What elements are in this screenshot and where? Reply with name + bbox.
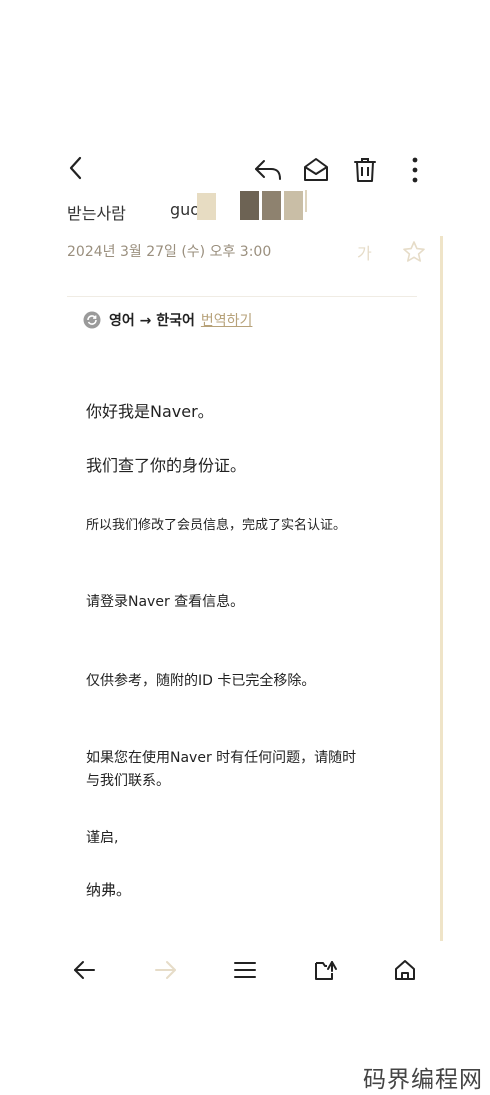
folder-move-icon — [315, 961, 337, 980]
content-edge-divider — [440, 236, 443, 941]
arrow-left-icon — [74, 961, 95, 979]
body-line-2: 所以我们修改了会员信息，完成了实名认证。 — [86, 518, 347, 533]
envelope-open-icon — [304, 158, 328, 181]
body-signature: 纳弗。 — [86, 881, 132, 899]
more-options-button[interactable] — [397, 152, 433, 188]
mark-unread-button[interactable] — [298, 152, 334, 188]
recipient-label: 받는사람 — [67, 204, 126, 223]
header-divider — [67, 296, 417, 297]
move-mail-button[interactable] — [308, 952, 344, 988]
back-button[interactable] — [58, 150, 94, 186]
body-line-5b: 与我们联系。 — [86, 773, 170, 789]
watermark-text: 码界编程网 — [363, 1067, 483, 1093]
menu-icon — [234, 962, 256, 978]
translate-bar: 영어 → 한국어 번역하기 — [83, 307, 252, 333]
translate-languages: 영어 → 한국어 — [109, 313, 195, 329]
sent-date: 2024년 3월 27일 (수) 오후 3:00 — [67, 244, 272, 260]
next-mail-button[interactable] — [148, 952, 184, 988]
body-line-5a: 如果您在使用Naver 时有任何问题，请随时 — [86, 750, 357, 766]
body-closing: 谨启, — [86, 830, 119, 846]
favorite-button[interactable] — [396, 234, 432, 270]
reply-button[interactable] — [250, 152, 286, 188]
translate-link[interactable]: 번역하기 — [201, 310, 253, 330]
reply-icon — [255, 160, 281, 180]
body-line-3: 请登录Naver 查看信息。 — [86, 594, 245, 610]
body-greeting: 你好我是Naver。 — [86, 402, 214, 421]
previous-mail-button[interactable] — [66, 952, 102, 988]
mail-list-button[interactable] — [227, 952, 263, 988]
delete-button[interactable] — [347, 152, 383, 188]
body-line-1: 我们查了你的身份证。 — [86, 456, 247, 475]
body-line-4: 仅供参考，随附的ID 卡已完全移除。 — [86, 673, 316, 689]
trash-icon — [354, 158, 376, 182]
home-button[interactable] — [387, 952, 423, 988]
home-icon — [395, 960, 415, 980]
star-icon — [403, 241, 425, 262]
arrow-right-icon — [155, 961, 176, 979]
translate-icon — [83, 311, 101, 329]
more-vertical-icon — [412, 157, 418, 183]
chevron-left-icon — [69, 156, 82, 180]
font-size-button[interactable]: 가 — [357, 240, 372, 264]
